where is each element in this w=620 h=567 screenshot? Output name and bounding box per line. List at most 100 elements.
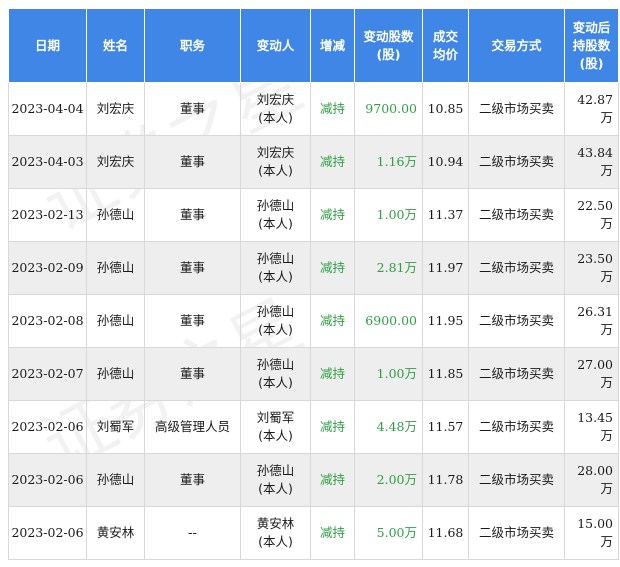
cell-shares: 2.00万 — [354, 453, 423, 507]
cell-method: 二级市场买卖 — [468, 453, 565, 507]
table-row: 2023-02-06 刘蜀军 高级管理人员 刘蜀军 (本人) 减持 4.48万 11.57 二级… — [8, 400, 619, 454]
cell-name: 孙德山 — [86, 294, 145, 348]
cell-direction: 减持 — [310, 188, 355, 242]
table-row: 2023-02-08 孙德山 董事 孙德山 (本人) 减持 6900.00 11.95 二级市场… — [8, 294, 619, 348]
cell-date: 2023-04-03 — [8, 135, 87, 189]
cell-price: 10.85 — [422, 82, 469, 136]
cell-direction: 减持 — [310, 506, 355, 560]
cell-method: 二级市场买卖 — [468, 294, 565, 348]
cell-title: 董事 — [144, 453, 241, 507]
table-row: 2023-04-04 刘宏庆 董事 刘宏庆 (本人) 减持 9700.00 10.85 二级市场… — [8, 82, 619, 136]
table-row: 2023-02-09 孙德山 董事 孙德山 (本人) 减持 2.81万 11.97 二级市场买卖… — [8, 241, 619, 295]
cell-method: 二级市场买卖 — [468, 135, 565, 189]
table-row: 2023-02-13 孙德山 董事 孙德山 (本人) 减持 1.00万 11.37 二级市场买卖… — [8, 188, 619, 242]
cell-changer: 孙德山 (本人) — [240, 294, 311, 348]
cell-title: 高级管理人员 — [144, 400, 241, 454]
cell-after: 13.45万 — [564, 400, 619, 454]
header-direction: 增减 — [310, 8, 355, 83]
cell-name: 黄安林 — [86, 506, 145, 560]
header-name: 姓名 — [86, 8, 145, 83]
header-price: 成交 均价 — [422, 8, 469, 83]
cell-title: 董事 — [144, 241, 241, 295]
cell-after: 23.50万 — [564, 241, 619, 295]
cell-direction: 减持 — [310, 241, 355, 295]
cell-date: 2023-02-06 — [8, 506, 87, 560]
cell-date: 2023-02-06 — [8, 400, 87, 454]
cell-after: 27.00万 — [564, 347, 619, 401]
cell-title: -- — [144, 506, 241, 560]
cell-date: 2023-02-13 — [8, 188, 87, 242]
cell-name: 刘宏庆 — [86, 135, 145, 189]
cell-after: 43.84万 — [564, 135, 619, 189]
cell-name: 孙德山 — [86, 241, 145, 295]
cell-after: 15.00万 — [564, 506, 619, 560]
cell-price: 11.95 — [422, 294, 469, 348]
cell-after: 42.87万 — [564, 82, 619, 136]
cell-shares: 4.48万 — [354, 400, 423, 454]
insider-trading-table-container: 日期 姓名 职务 变动人 增减 变动股数 (股) 成交 均价 交易方式 变动后 持股数 (股) 2023… — [8, 8, 619, 560]
insider-trading-table: 日期 姓名 职务 变动人 增减 变动股数 (股) 成交 均价 交易方式 变动后 持股数 (股) 2023… — [8, 8, 619, 560]
cell-after: 26.31万 — [564, 294, 619, 348]
cell-price: 11.68 — [422, 506, 469, 560]
cell-name: 刘宏庆 — [86, 82, 145, 136]
table-body: 2023-04-04 刘宏庆 董事 刘宏庆 (本人) 减持 9700.00 10.85 二级市场… — [8, 82, 619, 560]
cell-name: 孙德山 — [86, 453, 145, 507]
header-after: 变动后 持股数 (股) — [564, 8, 619, 83]
cell-price: 10.94 — [422, 135, 469, 189]
cell-date: 2023-02-09 — [8, 241, 87, 295]
cell-shares: 5.00万 — [354, 506, 423, 560]
cell-direction: 减持 — [310, 400, 355, 454]
table-row: 2023-02-06 孙德山 董事 孙德山 (本人) 减持 2.00万 11.78 二级市场买卖… — [8, 453, 619, 507]
header-row: 日期 姓名 职务 变动人 增减 变动股数 (股) 成交 均价 交易方式 变动后 持股数 (股) — [8, 8, 619, 83]
cell-method: 二级市场买卖 — [468, 400, 565, 454]
cell-changer: 孙德山 (本人) — [240, 453, 311, 507]
cell-changer: 刘宏庆 (本人) — [240, 82, 311, 136]
cell-date: 2023-02-07 — [8, 347, 87, 401]
cell-price: 11.37 — [422, 188, 469, 242]
header-date: 日期 — [8, 8, 87, 83]
cell-date: 2023-02-06 — [8, 453, 87, 507]
cell-changer: 孙德山 (本人) — [240, 241, 311, 295]
cell-title: 董事 — [144, 135, 241, 189]
header-shares: 变动股数 (股) — [354, 8, 423, 83]
cell-direction: 减持 — [310, 135, 355, 189]
cell-name: 孙德山 — [86, 188, 145, 242]
cell-price: 11.85 — [422, 347, 469, 401]
cell-changer: 刘宏庆 (本人) — [240, 135, 311, 189]
cell-method: 二级市场买卖 — [468, 241, 565, 295]
cell-direction: 减持 — [310, 294, 355, 348]
cell-changer: 黄安林 (本人) — [240, 506, 311, 560]
cell-shares: 2.81万 — [354, 241, 423, 295]
cell-method: 二级市场买卖 — [468, 188, 565, 242]
cell-after: 22.50万 — [564, 188, 619, 242]
cell-direction: 减持 — [310, 82, 355, 136]
table-row: 2023-02-06 黄安林 -- 黄安林 (本人) 减持 5.00万 11.68 二级市场买卖… — [8, 506, 619, 560]
cell-price: 11.78 — [422, 453, 469, 507]
cell-shares: 1.00万 — [354, 347, 423, 401]
table-row: 2023-02-07 孙德山 董事 孙德山 (本人) 减持 1.00万 11.85 二级市场买卖… — [8, 347, 619, 401]
cell-price: 11.57 — [422, 400, 469, 454]
cell-changer: 孙德山 (本人) — [240, 188, 311, 242]
cell-title: 董事 — [144, 294, 241, 348]
cell-date: 2023-04-04 — [8, 82, 87, 136]
cell-date: 2023-02-08 — [8, 294, 87, 348]
cell-title: 董事 — [144, 347, 241, 401]
cell-price: 11.97 — [422, 241, 469, 295]
cell-direction: 减持 — [310, 347, 355, 401]
header-changer: 变动人 — [240, 8, 311, 83]
cell-method: 二级市场买卖 — [468, 347, 565, 401]
cell-shares: 1.00万 — [354, 188, 423, 242]
cell-title: 董事 — [144, 82, 241, 136]
cell-method: 二级市场买卖 — [468, 82, 565, 136]
cell-name: 刘蜀军 — [86, 400, 145, 454]
cell-shares: 9700.00 — [354, 82, 423, 136]
cell-shares: 6900.00 — [354, 294, 423, 348]
cell-changer: 刘蜀军 (本人) — [240, 400, 311, 454]
cell-name: 孙德山 — [86, 347, 145, 401]
cell-direction: 减持 — [310, 453, 355, 507]
cell-title: 董事 — [144, 188, 241, 242]
header-method: 交易方式 — [468, 8, 565, 83]
cell-changer: 孙德山 (本人) — [240, 347, 311, 401]
cell-shares: 1.16万 — [354, 135, 423, 189]
header-title: 职务 — [144, 8, 241, 83]
